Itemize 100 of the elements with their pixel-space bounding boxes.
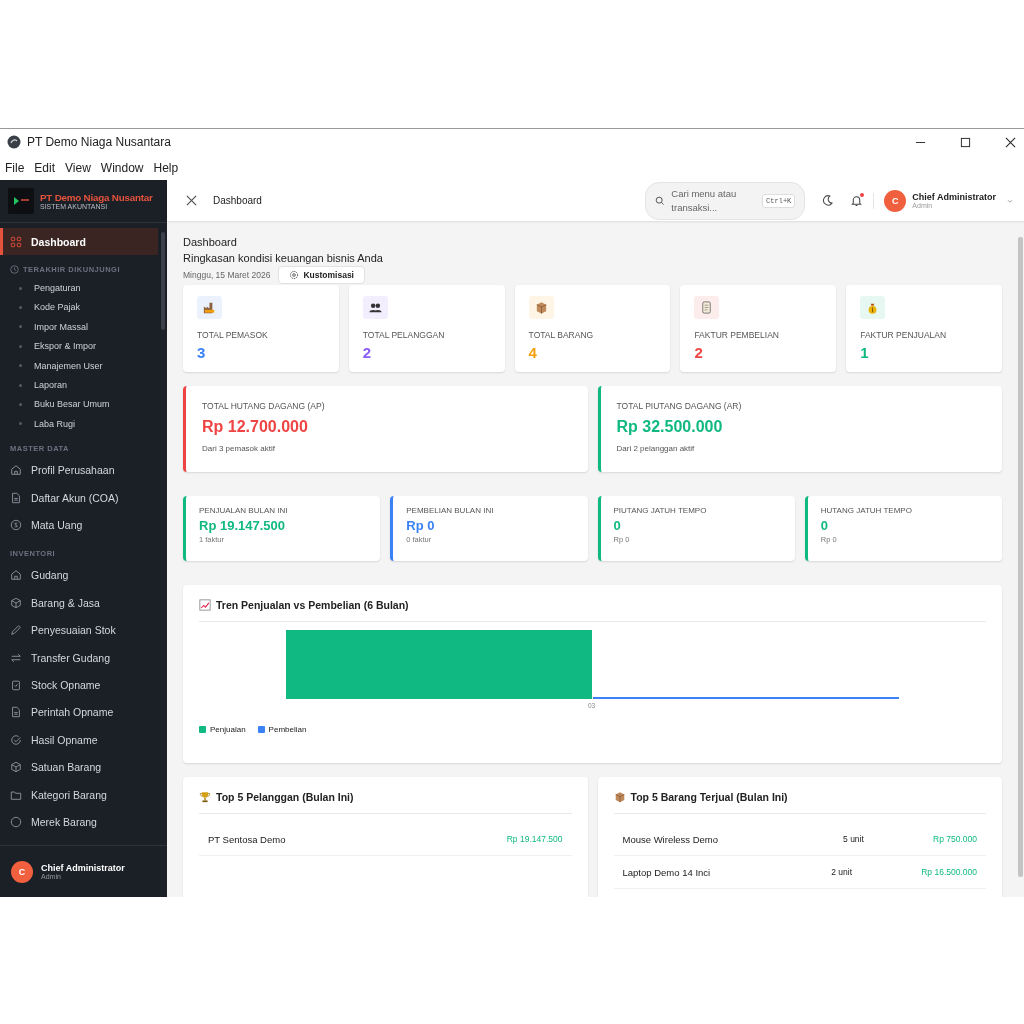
scrollbar[interactable] — [1018, 237, 1023, 877]
page-title: Dashboard — [183, 236, 238, 248]
chart-icon — [199, 599, 211, 611]
balance-label: TOTAL HUTANG DAGANG (AP) — [202, 401, 325, 411]
menu-item[interactable]: Help — [153, 160, 179, 175]
window-title: PT Demo Niaga Nusantara — [27, 135, 171, 149]
bullet-icon — [19, 364, 22, 368]
close-icon[interactable] — [186, 195, 197, 206]
box-icon — [613, 791, 626, 803]
stat-label: TOTAL PEMASOK — [197, 330, 268, 340]
factory-icon — [202, 300, 217, 315]
house-icon — [10, 569, 22, 582]
document-icon — [10, 706, 22, 719]
nav-item[interactable]: Dashboard — [0, 228, 158, 256]
trophy-icon — [199, 791, 211, 803]
menu-item[interactable]: File — [5, 160, 25, 175]
circle-icon — [10, 815, 22, 828]
summary-label: PIUTANG JATUH TEMPO — [613, 506, 707, 515]
bullet-icon — [19, 402, 22, 406]
moon-icon[interactable] — [821, 194, 835, 207]
nav-item[interactable]: Daftar Akun (COA) — [0, 483, 158, 512]
breadcrumb: Dashboard — [213, 195, 262, 206]
cube-icon — [10, 596, 22, 609]
item-quantity: 2 unit — [831, 867, 853, 877]
nav-item[interactable]: Satuan Barang — [0, 753, 158, 781]
summary-label: PEMBELIAN BULAN INI — [406, 506, 494, 515]
nav-item[interactable]: Perintah Opname — [0, 698, 158, 727]
customer-amount: Rp 19.147.500 — [506, 834, 563, 844]
stat-label: FAKTUR PENJUALAN — [860, 330, 947, 340]
balance-note: Dari 3 pemasok aktif — [202, 444, 275, 453]
document-icon — [10, 491, 22, 504]
nav-item[interactable]: Profil Perusahaan — [0, 456, 158, 484]
user-name: Chief Administrator — [41, 863, 125, 873]
swap-arrows-icon — [10, 651, 22, 664]
recent-menu-item[interactable]: Impor Massal — [0, 317, 167, 337]
balance-note: Dari 2 pelanggan aktif — [616, 444, 695, 453]
close-icon[interactable] — [1005, 136, 1016, 148]
house-icon — [10, 464, 22, 477]
nav-item[interactable]: Transfer Gudang — [0, 643, 158, 672]
legend-label: Penjualan — [210, 725, 246, 734]
bullet-icon — [19, 305, 22, 309]
bullet-icon — [19, 286, 22, 290]
nav-item[interactable]: Kategori Barang — [0, 780, 158, 809]
summary-value: 0 — [820, 518, 828, 533]
page-subtitle: Ringkasan kondisi keuangan bisnis Anda — [183, 252, 384, 264]
scrollbar[interactable] — [161, 232, 165, 330]
clock-icon — [10, 265, 19, 275]
clipboard-icon — [10, 678, 22, 691]
nav-item[interactable]: Hasil Opname — [0, 726, 158, 754]
item-quantity: 5 unit — [843, 834, 865, 844]
nav-item[interactable]: Mata Uang — [0, 511, 158, 539]
user-name[interactable]: Chief Administrator — [912, 192, 996, 202]
recent-menu-item[interactable]: Kode Pajak — [0, 297, 167, 318]
summary-value: 0 — [613, 518, 621, 533]
brand-logo-icon — [8, 188, 34, 214]
gear-icon — [289, 270, 300, 280]
date-label: Minggu, 15 Maret 2026 — [183, 270, 271, 280]
card-title: Top 5 Barang Terjual (Bulan Ini) — [630, 791, 788, 803]
search-icon — [655, 195, 666, 206]
recent-menu-item[interactable]: Manajemen User — [0, 355, 167, 376]
bullet-icon — [19, 344, 22, 348]
summary-label: PENJUALAN BULAN INI — [199, 506, 288, 515]
recent-menu-item[interactable]: Pengaturan — [0, 278, 167, 298]
item-amount: Rp 16.500.000 — [921, 867, 977, 877]
summary-value: Rp 19.147.500 — [199, 518, 285, 533]
brand-name: PT Demo Niaga Nusantar — [40, 192, 153, 203]
stat-value: 4 — [528, 344, 537, 361]
recent-menu-item[interactable]: Buku Besar Umum — [0, 394, 167, 415]
recent-menu-item[interactable]: Ekspor & Impor — [0, 336, 167, 356]
item-amount: Rp 750.000 — [933, 834, 977, 844]
maximize-icon[interactable] — [960, 136, 971, 148]
stat-value: 1 — [860, 344, 869, 361]
customize-button[interactable]: Kustomisasi — [278, 266, 365, 284]
user-avatar: C — [11, 860, 33, 883]
menu-item[interactable]: View — [65, 160, 91, 175]
nav-item[interactable]: Barang & Jasa — [0, 589, 158, 617]
bullet-icon — [19, 422, 22, 426]
notification-bell-icon[interactable] — [850, 194, 864, 207]
recent-menu-item[interactable]: Laporan — [0, 375, 167, 395]
coin-icon — [10, 519, 22, 531]
people-icon — [367, 300, 383, 315]
menu-item[interactable]: Window — [100, 160, 144, 175]
bullet-icon — [19, 383, 22, 387]
nav-item[interactable]: Merek Barang — [0, 808, 158, 836]
menu-item[interactable]: Edit — [34, 160, 56, 175]
balance-label: TOTAL PIUTANG DAGANG (AR) — [616, 401, 742, 411]
stat-label: TOTAL PELANGGAN — [362, 330, 445, 340]
legend-label: Pembelian — [268, 725, 307, 734]
nav-item[interactable]: Gudang — [0, 561, 158, 590]
stat-label: TOTAL BARANG — [528, 330, 594, 340]
cube-icon — [10, 761, 22, 774]
nav-item[interactable]: Stock Opname — [0, 671, 158, 699]
card-title: Top 5 Pelanggan (Bulan Ini) — [216, 791, 354, 803]
stat-value: 2 — [362, 344, 372, 361]
chart-title: Tren Penjualan vs Pembelian (6 Bulan) — [216, 599, 409, 611]
nav-item[interactable]: Penyesuaian Stok — [0, 616, 158, 644]
stat-value: 3 — [197, 344, 206, 361]
recent-menu-item[interactable]: Laba Rugi — [0, 414, 167, 434]
stat-value: 2 — [694, 344, 703, 361]
grid-icon — [10, 235, 22, 248]
